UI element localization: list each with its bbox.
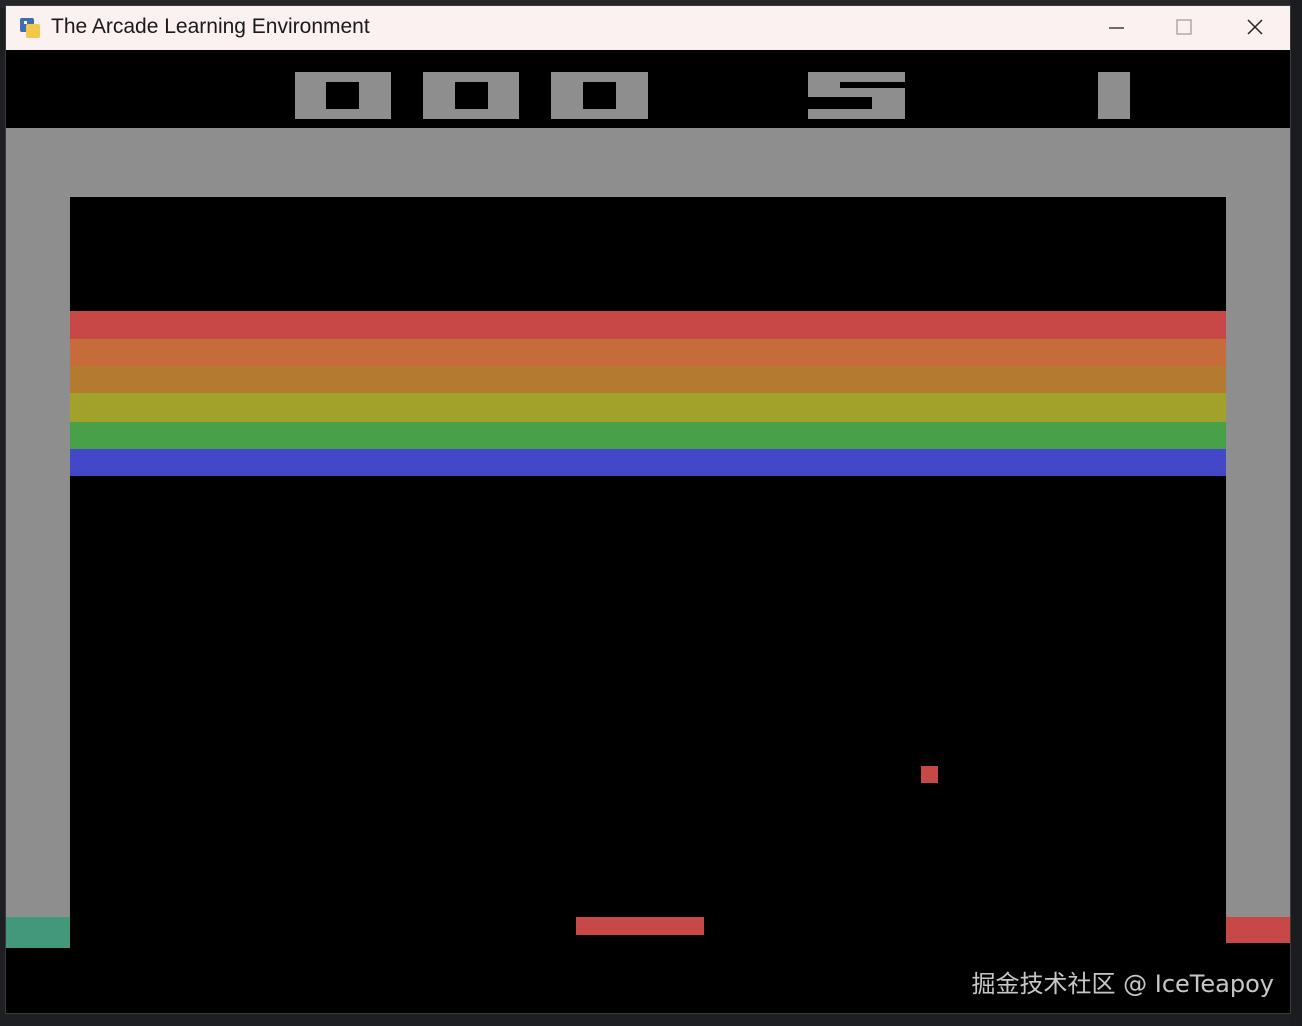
python-icon [20, 18, 40, 38]
close-button[interactable] [1218, 6, 1286, 50]
window-title: The Arcade Learning Environment [51, 15, 370, 38]
right-wall [1226, 197, 1290, 917]
score-digit-1 [423, 72, 519, 119]
minimize-icon [1109, 27, 1124, 29]
player-display [1098, 72, 1130, 119]
breakout-playfield [6, 50, 1290, 948]
title-bar[interactable]: The Arcade Learning Environment [6, 6, 1290, 50]
brick-row-blue [70, 449, 1226, 476]
score-display [295, 72, 648, 119]
brick-row-orange [70, 339, 1226, 366]
brick-row-green [70, 422, 1226, 449]
right-wall-marker [1226, 917, 1290, 943]
brick-row-amber [70, 366, 1226, 393]
score-digit-2 [551, 72, 648, 119]
brick-row-yellow [70, 393, 1226, 422]
game-screen[interactable]: 掘金技术社区 @ IceTeapoy [6, 50, 1290, 1013]
close-icon [1247, 19, 1263, 35]
lives-display [808, 72, 905, 119]
watermark-text: 掘金技术社区 @ IceTeapoy [971, 970, 1274, 998]
background-app-edge [1290, 0, 1302, 1026]
left-wall-marker [6, 917, 70, 948]
top-wall [6, 128, 1290, 197]
score-digit-0 [295, 72, 391, 119]
maximize-icon [1176, 19, 1192, 35]
brick-row-red [70, 311, 1226, 339]
paddle[interactable] [576, 917, 704, 935]
minimize-button[interactable] [1082, 6, 1150, 50]
ball [921, 766, 938, 783]
left-wall [6, 197, 70, 917]
game-window: The Arcade Learning Environment 掘金技术社区 @… [5, 5, 1291, 1014]
maximize-button[interactable] [1150, 6, 1218, 50]
brick-wall [70, 311, 1226, 476]
